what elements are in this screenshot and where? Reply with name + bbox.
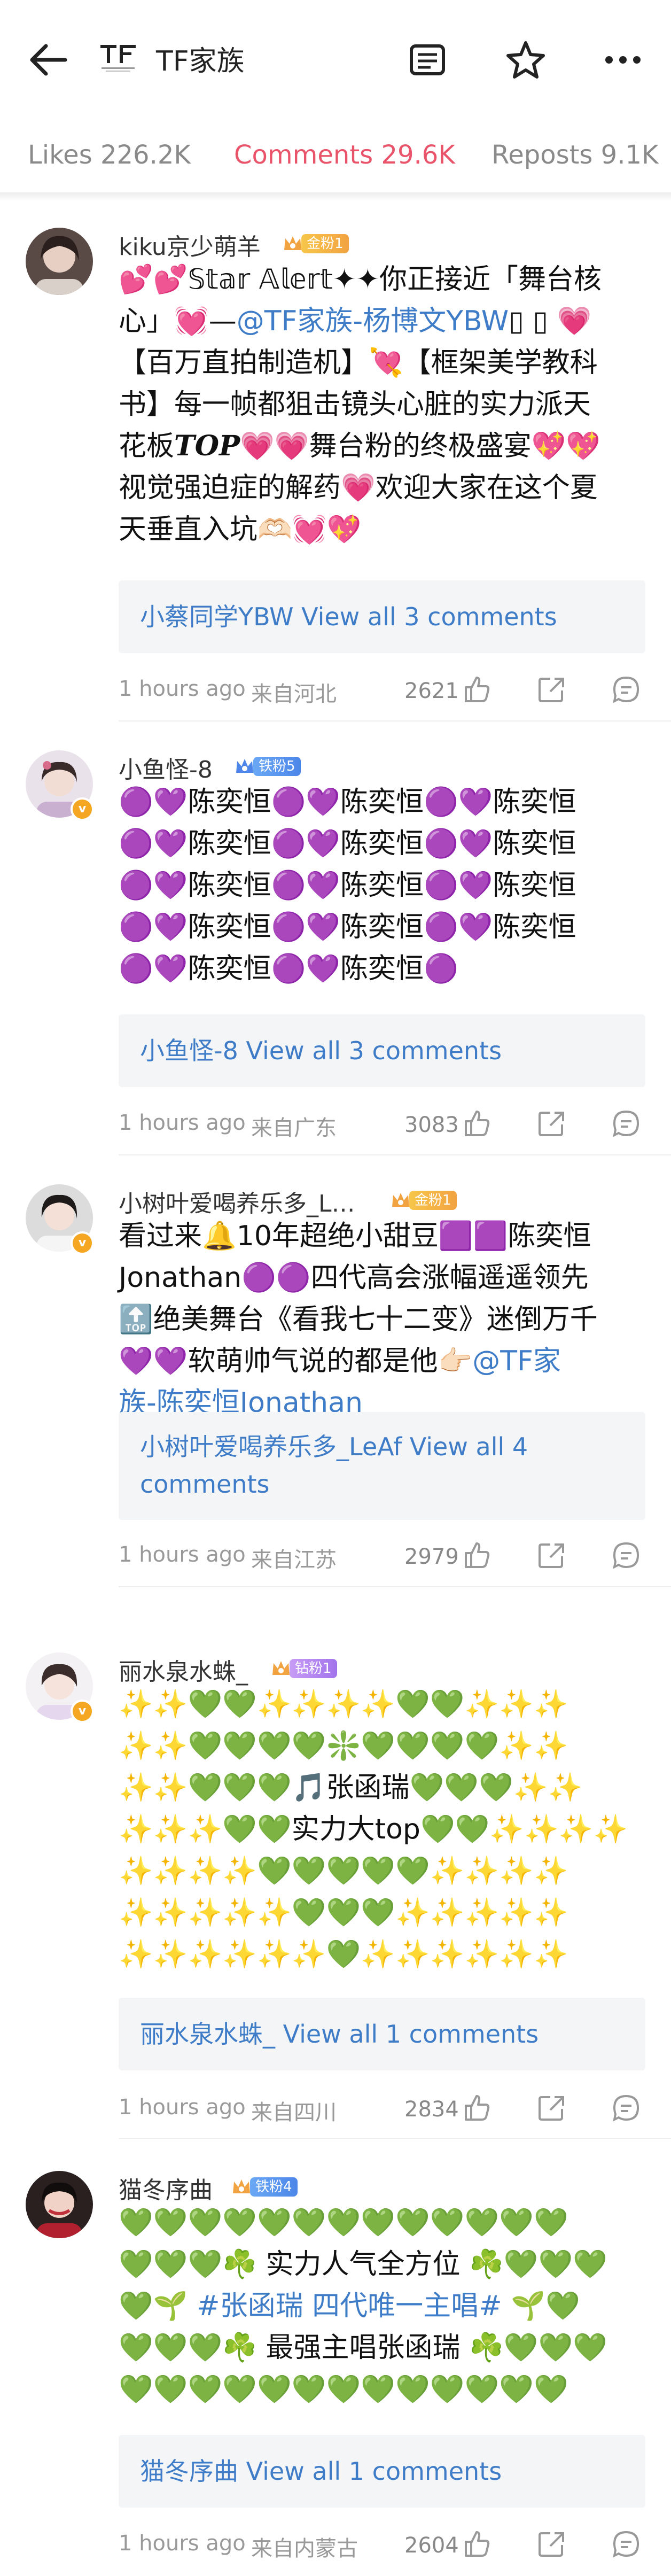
fan-badge: 铁粉4	[230, 2175, 298, 2199]
timestamp: 1 hours ago	[119, 1111, 246, 1135]
timestamp: 1 hours ago	[119, 2095, 246, 2120]
comment-divider	[119, 720, 671, 721]
verified-badge-icon: v	[71, 797, 94, 821]
reply-preview[interactable]: 丽水泉水蛛_ View all 1 comments	[119, 1998, 645, 2070]
username[interactable]: 丽水泉水蛛_	[119, 1652, 248, 1687]
comment-meta: 1 hours ago 来自四川 2834	[119, 2092, 647, 2125]
thumbs-up-icon[interactable]	[461, 1539, 493, 1571]
comment-text: 🟣💜陈奕恒🟣💜陈奕恒🟣💜陈奕恒 🟣💜陈奕恒🟣💜陈奕恒🟣💜陈奕恒 🟣💜陈奕恒🟣💜陈…	[119, 786, 576, 985]
mention-link[interactable]: @TF家	[472, 1345, 561, 1377]
tf-logo	[98, 42, 139, 76]
like-count: 2604	[404, 2533, 459, 2558]
timestamp: 1 hours ago	[119, 677, 246, 701]
menu-icon[interactable]	[401, 33, 454, 87]
location: 来自广东	[251, 1116, 337, 1140]
comment-divider	[119, 2138, 671, 2139]
share-icon[interactable]	[535, 1107, 567, 1139]
fan-badge: 金粉1	[389, 1189, 457, 1212]
verified-badge-icon: v	[71, 1231, 94, 1255]
share-icon[interactable]	[535, 1539, 567, 1571]
location: 来自四川	[251, 2100, 337, 2125]
fan-badge: 金粉1	[281, 232, 349, 255]
reply-icon[interactable]	[610, 2528, 642, 2560]
comment-text: ✨✨💚💚✨✨✨✨💚💚✨✨✨ ✨✨💚💚💚💚❇️💚💚💚💚✨✨ ✨✨💚💚💚🎵张函瑞💚💚…	[119, 1688, 628, 1970]
thumbs-up-icon[interactable]	[461, 1107, 493, 1139]
back-arrow-icon[interactable]	[21, 33, 75, 87]
like-count: 2621	[404, 679, 459, 703]
mention-link[interactable]: @TF家族-杨博文YBW	[237, 305, 509, 337]
tabs-divider	[0, 192, 671, 201]
fan-badge: 铁粉5	[233, 755, 301, 778]
top-bar: TF家族	[0, 0, 671, 118]
username[interactable]: kiku京少萌羊	[119, 228, 261, 262]
comment-text: 看过来🔔10年超绝小甜豆🟪🟪陈奕恒 Jonathan🟣🟣四代高会涨幅遥遥领先 🔝…	[119, 1220, 598, 1419]
reply-preview[interactable]: 猫冬序曲 View all 1 comments	[119, 2435, 645, 2508]
reply-icon[interactable]	[610, 1539, 642, 1571]
comment-meta: 1 hours ago 来自广东 3083	[119, 1107, 647, 1140]
verified-badge-icon: v	[71, 1700, 94, 1723]
username[interactable]: 小树叶爱喝养乐多_L…	[119, 1184, 355, 1219]
share-icon[interactable]	[535, 673, 567, 705]
comment-meta: 1 hours ago 来自内蒙古 2604	[119, 2528, 647, 2561]
like-count: 2979	[404, 1545, 459, 1569]
tab-bar: Likes 226.2K Comments 29.6K Reposts 9.1K	[0, 135, 671, 177]
comment-divider	[119, 1586, 671, 1587]
comment-meta: 1 hours ago 来自河北 2621	[119, 673, 647, 707]
like-count: 3083	[404, 1113, 459, 1137]
tab-reposts[interactable]: Reposts 9.1K	[491, 140, 658, 170]
comment-divider	[119, 1154, 671, 1155]
timestamp: 1 hours ago	[119, 1542, 246, 1567]
username[interactable]: 猫冬序曲	[119, 2171, 213, 2205]
avatar[interactable]	[26, 2171, 93, 2238]
tab-likes[interactable]: Likes 226.2K	[28, 140, 191, 170]
view-replies-link[interactable]: 小蔡同学YBW View all 3 comments	[140, 598, 557, 635]
view-replies-link[interactable]: 丽水泉水蛛_ View all 1 comments	[140, 2015, 539, 2053]
tab-comments[interactable]: Comments 29.6K	[234, 140, 455, 170]
view-replies-link[interactable]: 猫冬序曲 View all 1 comments	[140, 2453, 502, 2490]
timestamp: 1 hours ago	[119, 2531, 246, 2556]
thumbs-up-icon[interactable]	[461, 2528, 493, 2560]
view-replies-link[interactable]: 小树叶爱喝养乐多_LeAf View all 4	[140, 1428, 528, 1465]
location: 来自江苏	[251, 1548, 337, 1572]
share-icon[interactable]	[535, 2092, 567, 2124]
thumbs-up-icon[interactable]	[461, 2092, 493, 2124]
comment-text: 💕💕𝕊𝕥𝕒𝕣 𝔸𝕝𝕖𝕣𝕥✦✦你正接近「舞台核 心」💓—@TF家族-杨博文YBW▯…	[119, 263, 602, 546]
hashtag-link[interactable]: #张函瑞 四代唯一主唱#	[197, 2290, 502, 2322]
reply-preview[interactable]: 小鱼怪-8 View all 3 comments	[119, 1014, 645, 1087]
username[interactable]: 小鱼怪-8	[119, 750, 213, 785]
comment-text: 💚💚💚💚💚💚💚💚💚💚💚💚💚 💚💚💚☘️ 实力人气全方位 ☘️💚💚💚 💚🌱 #张函…	[119, 2207, 608, 2406]
location: 来自河北	[251, 682, 337, 707]
page-title: TF家族	[156, 45, 245, 77]
location: 来自内蒙古	[251, 2536, 358, 2561]
comment-meta: 1 hours ago 来自江苏 2979	[119, 1539, 647, 1572]
fan-badge: 钻粉1	[269, 1657, 337, 1680]
reply-preview[interactable]: 小树叶爱喝养乐多_LeAf View all 4 comments	[119, 1412, 645, 1520]
view-replies-link[interactable]: 小鱼怪-8 View all 3 comments	[140, 1032, 502, 1069]
thumbs-up-icon[interactable]	[461, 673, 493, 705]
reply-icon[interactable]	[610, 2092, 642, 2124]
reply-icon[interactable]	[610, 1107, 642, 1139]
avatar[interactable]	[26, 228, 93, 295]
reply-icon[interactable]	[610, 673, 642, 705]
reply-preview[interactable]: 小蔡同学YBW View all 3 comments	[119, 580, 645, 653]
star-icon[interactable]	[499, 33, 552, 87]
share-icon[interactable]	[535, 2528, 567, 2560]
view-replies-link-cont[interactable]: comments	[140, 1465, 270, 1503]
more-icon[interactable]	[596, 33, 650, 87]
like-count: 2834	[404, 2097, 459, 2122]
